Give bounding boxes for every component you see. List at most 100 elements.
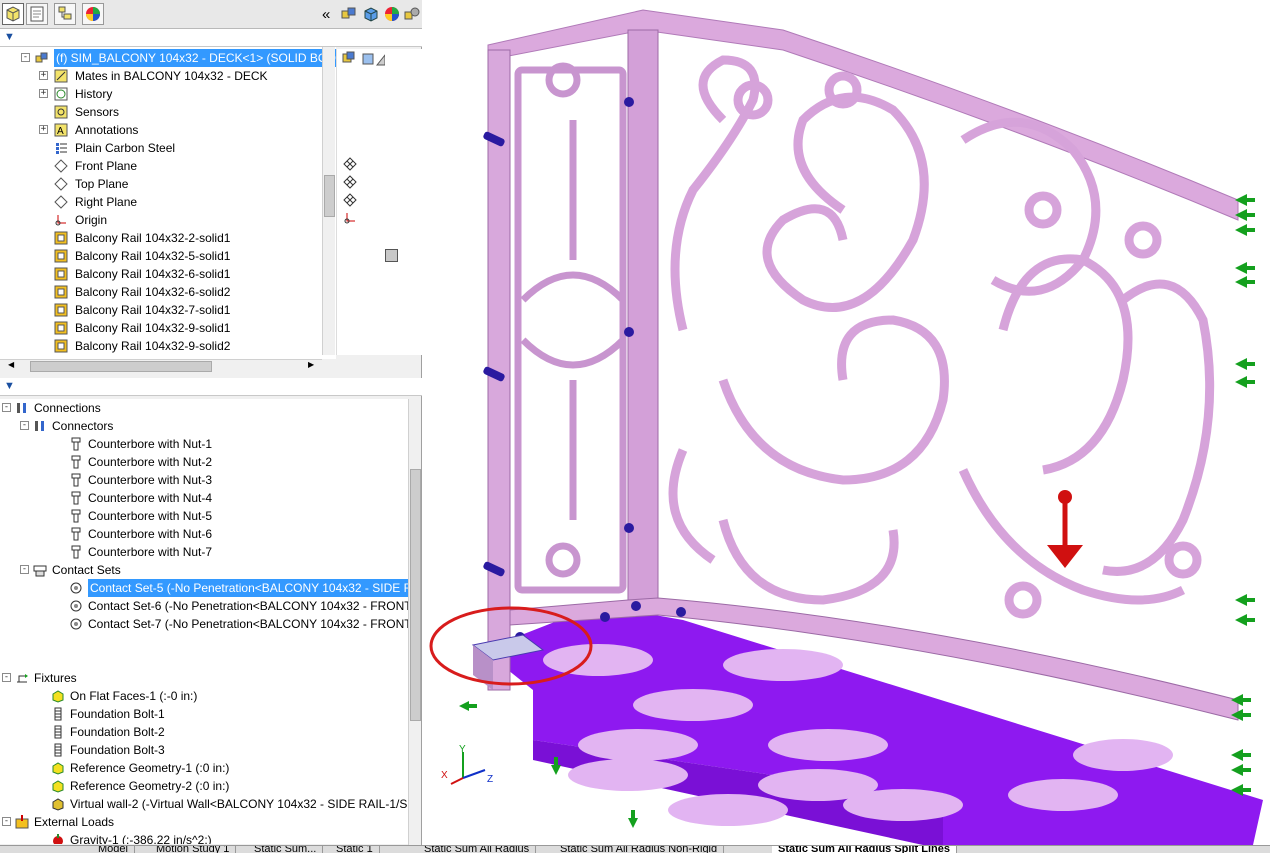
collapse-toggle[interactable]: - (20, 565, 29, 574)
connector-item[interactable]: Counterbore with Nut-3 (0, 471, 408, 489)
plane-visibility-icon[interactable] (343, 175, 357, 189)
feature-tree-item[interactable]: Balcony Rail 104x32-5-solid1 (0, 247, 322, 265)
assembly-config-icon[interactable] (403, 5, 421, 23)
contact-set-item[interactable]: Contact Set-5 (-No Penetration<BALCONY 1… (0, 579, 408, 597)
feature-tree-item-label: Balcony Rail 104x32-9-solid1 (75, 321, 231, 335)
expand-toggle[interactable]: + (39, 89, 48, 98)
external-loads-node-label: External Loads (34, 815, 115, 829)
front-rail-scrollwork[interactable] (668, 55, 1215, 619)
feature-manager-panel: « ▼ - (f) SIM_BALCONY 104x32 - DECK<1> (… (0, 0, 423, 852)
feature-tree-item-label: Balcony Rail 104x32-6-solid2 (75, 285, 231, 299)
connections-icon (15, 401, 29, 415)
contact-sets-icon (33, 563, 47, 577)
connector-item[interactable]: Counterbore with Nut-4 (0, 489, 408, 507)
top-rail[interactable] (487, 9, 1239, 221)
feature-manager-icon (6, 6, 20, 22)
body-display-toggle[interactable] (385, 249, 398, 262)
collapse-toggle[interactable]: - (2, 403, 11, 412)
feature-tree-hscrollbar[interactable]: ◀ ▶ (0, 359, 322, 372)
connector-item[interactable]: Counterbore with Nut-2 (0, 453, 408, 471)
fixtures-node[interactable]: - Fixtures (0, 669, 408, 687)
feature-tree-item[interactable]: Front Plane (0, 157, 322, 175)
expand-toggle[interactable]: + (39, 125, 48, 134)
feature-tree-scrollbar[interactable] (322, 47, 335, 355)
triad-z-label: Z (487, 774, 493, 785)
feature-tree-item[interactable]: Balcony Rail 104x32-2-solid1 (0, 229, 322, 247)
collapse-toggle[interactable]: - (21, 53, 30, 62)
feature-tree-item[interactable]: Balcony Rail 104x32-9-solid1 (0, 319, 322, 337)
collapse-toggle[interactable]: - (2, 817, 11, 826)
external-loads-node[interactable]: - External Loads (0, 813, 408, 831)
root-component-row[interactable]: - (f) SIM_BALCONY 104x32 - DECK<1> (SOLI… (0, 49, 336, 67)
fixture-item[interactable]: Reference Geometry-1 (:0 in:) (0, 759, 408, 777)
feature-tree-item-label: Balcony Rail 104x32-5-solid1 (75, 249, 231, 263)
scroll-right-arrow[interactable]: ▶ (308, 360, 314, 369)
root-component-label[interactable]: (f) SIM_BALCONY 104x32 - DECK<1> (SOLID … (54, 49, 336, 67)
expand-toggle[interactable]: + (39, 71, 48, 80)
filter-icon[interactable]: ▼ (4, 31, 15, 43)
contact-set-item[interactable]: Contact Set-6 (-No Penetration<BALCONY 1… (0, 597, 408, 615)
feature-tree-item[interactable]: Plain Carbon Steel (0, 139, 322, 157)
connectors-node[interactable]: - Connectors (0, 417, 408, 435)
manager-toolbar: « (0, 0, 422, 29)
feature-filter-bar[interactable]: ▼ (0, 29, 422, 47)
connections-node[interactable]: - Connections (0, 399, 408, 417)
connector-item[interactable]: Counterbore with Nut-6 (0, 525, 408, 543)
fixture-item[interactable]: Foundation Bolt-3 (0, 741, 408, 759)
scroll-thumb[interactable] (410, 469, 421, 721)
fixture-item[interactable]: Virtual wall-2 (-Virtual Wall<BALCONY 10… (0, 795, 408, 813)
simulation-filter-bar[interactable]: ▼ (0, 378, 422, 396)
origin-visibility-icon[interactable] (343, 211, 357, 225)
configuration-manager-tab[interactable] (54, 3, 76, 25)
graphics-area[interactable]: Y X Z (423, 0, 1270, 845)
feature-tree-item[interactable]: Top Plane (0, 175, 322, 193)
appearance-tab[interactable] (82, 3, 104, 25)
feature-tree-item[interactable]: Right Plane (0, 193, 322, 211)
simulation-tree-scrollbar[interactable] (408, 399, 421, 845)
connector-item[interactable]: Counterbore with Nut-1 (0, 435, 408, 453)
feature-tree-item-label: Balcony Rail 104x32-7-solid1 (75, 303, 231, 317)
feature-tree-item[interactable]: Balcony Rail 104x32-9-solid2 (0, 337, 322, 355)
collapse-button[interactable]: « (322, 6, 330, 23)
connectors-icon (33, 419, 47, 433)
property-manager-tab[interactable] (26, 3, 48, 25)
connector-item[interactable]: Counterbore with Nut-7 (0, 543, 408, 561)
feature-tree-item[interactable]: Balcony Rail 104x32-6-solid1 (0, 265, 322, 283)
contact-sets-node[interactable]: - Contact Sets (0, 561, 408, 579)
feature-tree-item[interactable]: Sensors (0, 103, 322, 121)
side-rail-scrollwork[interactable] (514, 62, 627, 594)
fixture-item[interactable]: On Flat Faces-1 (:-0 in:) (0, 687, 408, 705)
feature-tree-item[interactable]: + A Annotations (0, 121, 322, 139)
filter-icon[interactable]: ▼ (4, 380, 15, 392)
fixture-item[interactable]: Foundation Bolt-2 (0, 723, 408, 741)
collapse-toggle[interactable]: - (2, 673, 11, 682)
feature-tree-item-label: Origin (75, 213, 108, 227)
balcony-model[interactable]: Y X Z (423, 0, 1270, 845)
feature-tree-item[interactable]: Balcony Rail 104x32-6-solid2 (0, 283, 322, 301)
feature-manager-tab[interactable] (2, 3, 24, 25)
contact-set-item[interactable]: Contact Set-7 (-No Penetration<BALCONY 1… (0, 615, 408, 633)
connector-item-label: Counterbore with Nut-7 (88, 545, 213, 559)
cube-icon[interactable] (362, 5, 380, 23)
hscroll-thumb[interactable] (30, 361, 212, 372)
scroll-left-arrow[interactable]: ◀ (8, 360, 14, 369)
connector-item[interactable]: Counterbore with Nut-5 (0, 507, 408, 525)
collapse-toggle[interactable]: - (20, 421, 29, 430)
fixture-item[interactable]: Foundation Bolt-1 (0, 705, 408, 723)
component-state-icons[interactable] (341, 51, 385, 67)
center-post[interactable] (627, 29, 659, 611)
appearance-icon[interactable] (383, 5, 401, 23)
fixture-item[interactable]: Reference Geometry-2 (:0 in:) (0, 777, 408, 795)
feature-tree-item[interactable]: + Mates in BALCONY 104x32 - DECK (0, 67, 322, 85)
assembly-icon[interactable] (340, 5, 358, 23)
plane-visibility-icon[interactable] (343, 157, 357, 171)
feature-tree-item[interactable]: Origin (0, 211, 322, 229)
feature-tree-item[interactable]: + History (0, 85, 322, 103)
plane-visibility-icon[interactable] (343, 193, 357, 207)
scroll-thumb[interactable] (324, 175, 335, 217)
history-icon (54, 87, 68, 101)
gravity-item[interactable]: Gravity-1 (:-386.22 in/s^2:) (0, 831, 408, 844)
foundation-bolt-icon (51, 743, 65, 757)
gravity-load-arrow[interactable] (1047, 490, 1083, 568)
feature-tree-item[interactable]: Balcony Rail 104x32-7-solid1 (0, 301, 322, 319)
